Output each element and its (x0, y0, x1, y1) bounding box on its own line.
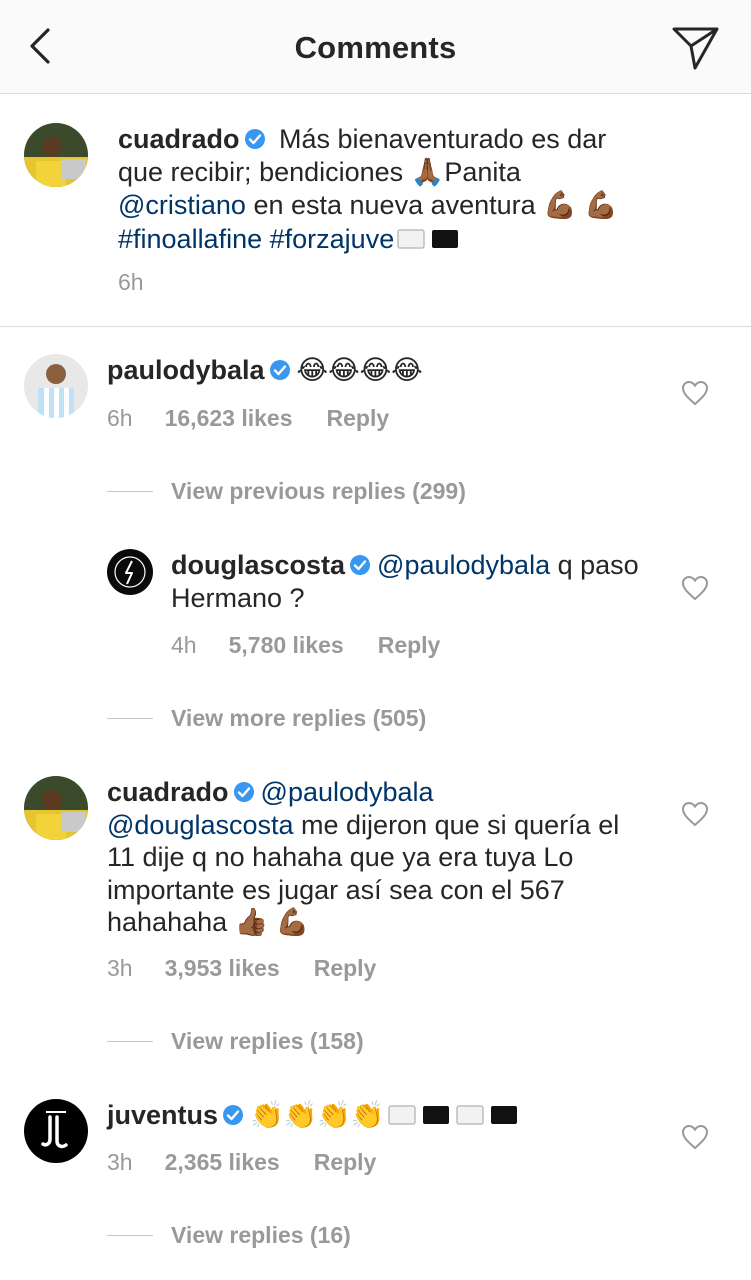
view-replies-button[interactable]: View previous replies (299) (107, 478, 466, 505)
divider (107, 1235, 153, 1236)
comment-meta: 3h 3,953 likes Reply (107, 955, 376, 982)
avatar[interactable] (107, 549, 153, 595)
tears-of-joy-icon: 😂😂😂😂 (296, 355, 423, 386)
divider (107, 718, 153, 719)
flexed-biceps-icon: 💪🏾 (584, 190, 618, 221)
avatar[interactable] (24, 776, 88, 840)
reply-button[interactable]: Reply (314, 1149, 377, 1176)
comment-text: douglascosta @paulodybala q paso Hermano … (171, 549, 641, 614)
view-replies-label: View replies (158) (171, 1028, 364, 1054)
username[interactable]: juventus (107, 1100, 218, 1130)
divider (107, 1041, 153, 1042)
black-flag-icon (432, 229, 459, 248)
avatar[interactable] (24, 354, 88, 418)
heart-icon[interactable] (681, 1124, 709, 1150)
divider (107, 491, 153, 492)
view-replies-button[interactable]: View replies (16) (107, 1222, 351, 1249)
mention-link[interactable]: @cristiano (118, 190, 246, 220)
verified-badge-icon (269, 360, 290, 380)
view-replies-button[interactable]: View replies (158) (107, 1028, 364, 1055)
like-count[interactable]: 16,623 likes (165, 405, 293, 432)
verified-badge-icon (350, 555, 371, 575)
caption-text-part: en esta nueva aventura (245, 190, 544, 220)
heart-icon[interactable] (681, 801, 709, 827)
praying-hands-icon: 🙏🏾 (410, 156, 445, 188)
white-flag-icon (455, 1105, 484, 1125)
share-button[interactable] (671, 24, 721, 72)
top-bar: Comments (0, 0, 751, 94)
like-count[interactable]: 2,365 likes (165, 1149, 280, 1176)
comment-meta: 4h 5,780 likes Reply (171, 632, 440, 659)
comment-timestamp: 3h (107, 1149, 133, 1175)
flexed-biceps-icon: 💪🏾 (543, 190, 577, 221)
paper-plane-icon (672, 27, 719, 70)
comment-meta: 6h 16,623 likes Reply (107, 405, 389, 432)
hashtag-link[interactable]: #forzajuve (270, 224, 395, 254)
comment-text: juventus 👏👏👏👏 (107, 1099, 647, 1133)
post-caption: cuadrado Más bienaventurado es dar que r… (0, 95, 751, 327)
reply-button[interactable]: Reply (327, 405, 390, 432)
verified-badge-icon (223, 1105, 244, 1125)
page-title: Comments (294, 30, 457, 65)
white-flag-icon (397, 228, 425, 249)
black-flag-icon (490, 1106, 517, 1124)
like-count[interactable]: 5,780 likes (229, 632, 344, 659)
avatar[interactable] (24, 1099, 88, 1163)
mention-link[interactable]: @paulodybala (377, 550, 550, 580)
flexed-biceps-icon: 💪🏾 (275, 907, 310, 938)
reply-button[interactable]: Reply (314, 955, 377, 982)
comment-timestamp: 4h (171, 632, 197, 658)
comment-timestamp: 6h (107, 405, 133, 431)
comment-text: cuadrado @paulodybala @douglascosta me dij… (107, 776, 647, 940)
comment-text: paulodybala 😂😂😂😂 (107, 354, 647, 388)
caption-timestamp: 6h (118, 269, 144, 295)
hashtag-link[interactable]: #finoallafine (118, 224, 262, 254)
comment-meta: 3h 2,365 likes Reply (107, 1149, 376, 1176)
username[interactable]: cuadrado (118, 124, 240, 154)
verified-badge-icon (244, 129, 265, 149)
caption-text: cuadrado Más bienaventurado es dar que r… (118, 123, 638, 255)
heart-icon[interactable] (681, 380, 709, 406)
comment-timestamp: 3h (107, 955, 133, 981)
verified-badge-icon (233, 782, 254, 802)
reply-button[interactable]: Reply (378, 632, 441, 659)
thumbs-up-icon: 👍🏾 (234, 907, 269, 938)
view-replies-button[interactable]: View more replies (505) (107, 705, 426, 732)
clapping-hands-icon: 👏👏👏👏 (250, 1100, 385, 1131)
view-replies-label: View replies (16) (171, 1222, 351, 1248)
black-flag-icon (422, 1106, 449, 1124)
heart-icon[interactable] (681, 575, 709, 601)
mention-link[interactable]: @paulodybala (261, 777, 434, 807)
caption-text-part: Panita (444, 156, 521, 187)
view-replies-label: View more replies (505) (171, 705, 427, 731)
mention-link[interactable]: @douglascosta (107, 810, 294, 840)
white-flag-icon (387, 1105, 416, 1125)
username[interactable]: cuadrado (107, 777, 229, 807)
username[interactable]: douglascosta (171, 550, 345, 580)
avatar[interactable] (24, 123, 88, 187)
like-count[interactable]: 3,953 likes (165, 955, 280, 982)
username[interactable]: paulodybala (107, 355, 265, 385)
view-replies-label: View previous replies (299) (171, 478, 466, 504)
